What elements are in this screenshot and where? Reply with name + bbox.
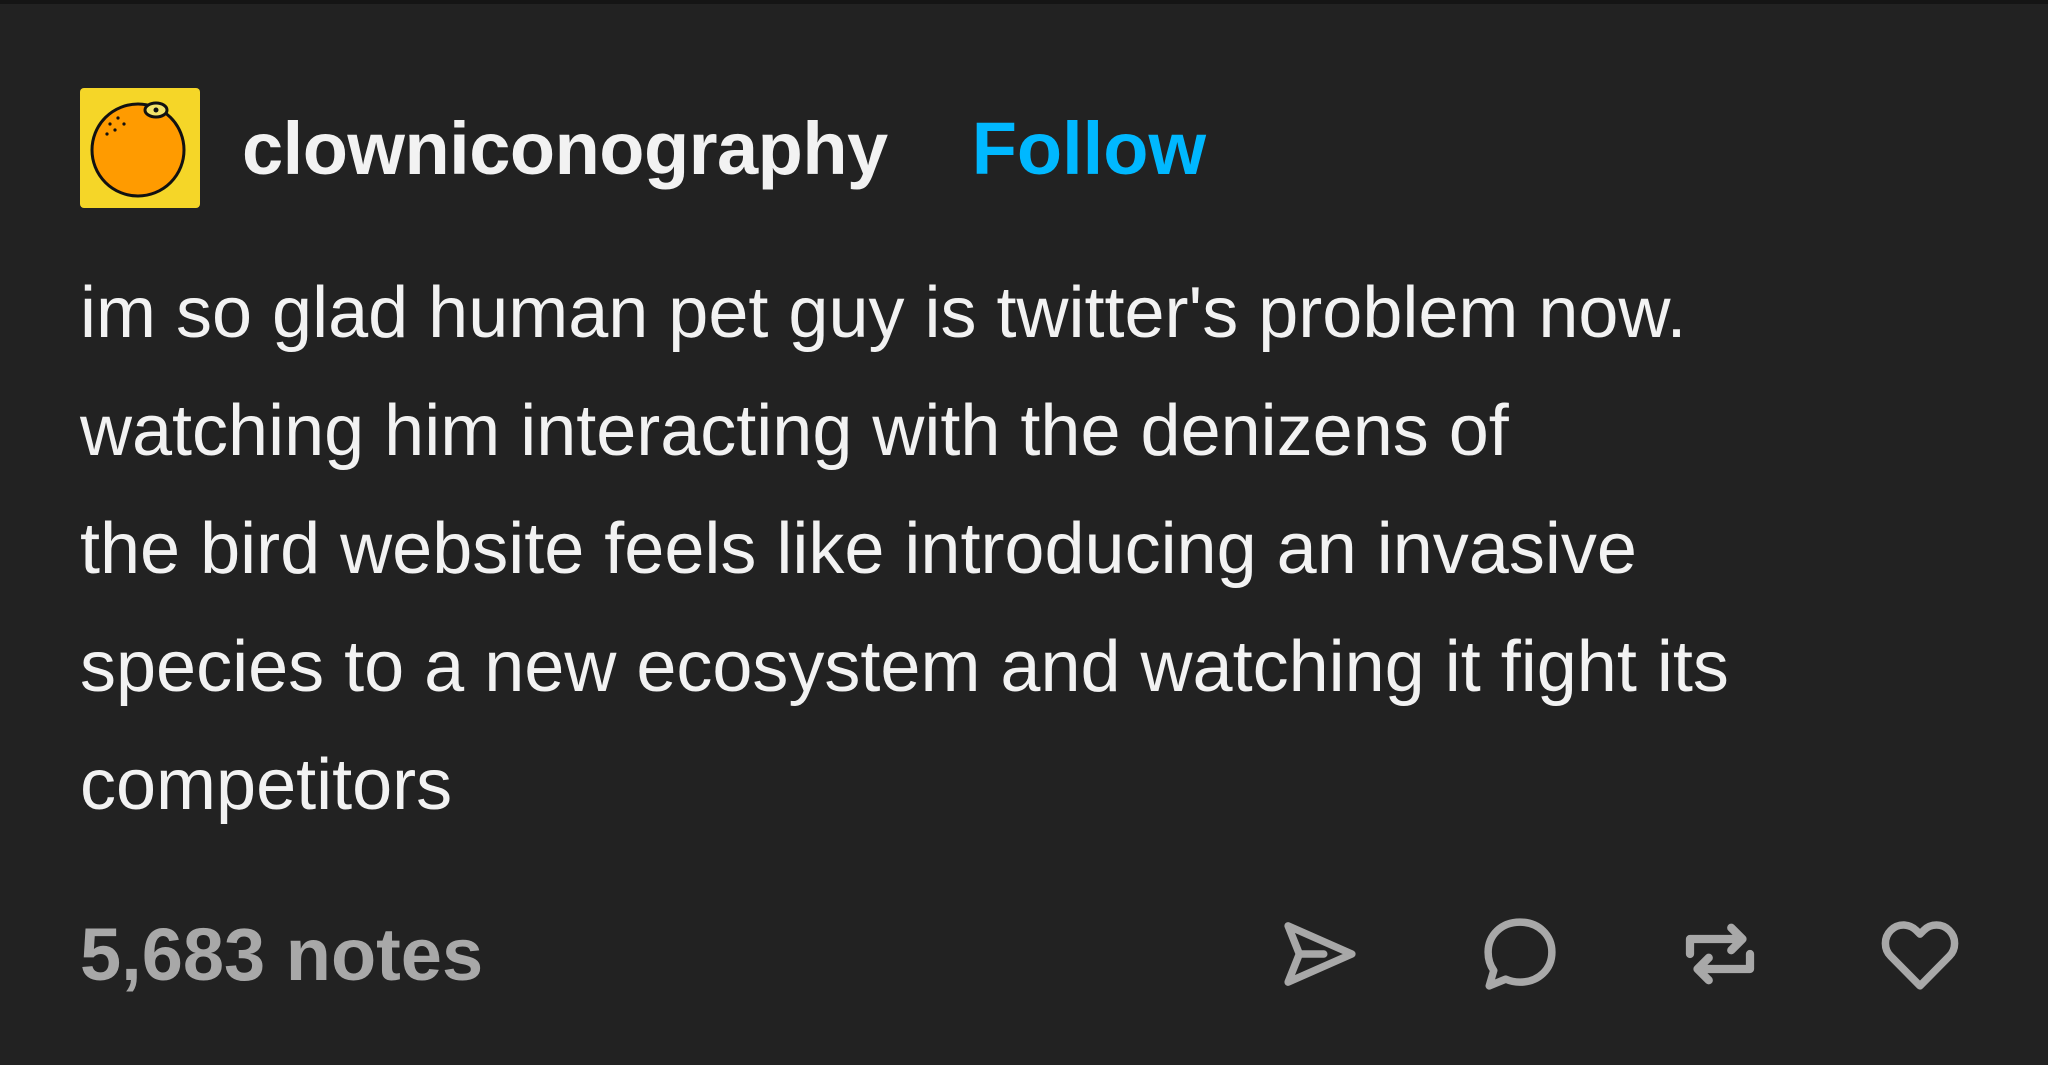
username[interactable]: clowniconography — [242, 106, 888, 191]
notes-count[interactable]: 5,683 notes — [80, 912, 483, 997]
reblog-icon — [1685, 923, 1755, 985]
post-footer: 5,683 notes — [80, 894, 1968, 1014]
post-card: clowniconography Follow im so glad human… — [0, 0, 2048, 1065]
post-header: clowniconography Follow — [80, 88, 1206, 208]
reblog-button[interactable] — [1672, 906, 1768, 1002]
heart-icon — [1881, 921, 1959, 990]
post-text-line: watching him interacting with the denize… — [80, 391, 1509, 471]
avatar[interactable] — [80, 88, 200, 208]
post-actions — [1168, 894, 1968, 1014]
post-body: im so glad human pet guy is twitter's pr… — [80, 254, 1980, 844]
orange-icon — [90, 101, 186, 198]
like-button[interactable] — [1872, 906, 1968, 1002]
post-text-line: im so glad human pet guy is twitter's pr… — [80, 273, 1687, 353]
post-text-line: the bird website feels like introducing … — [80, 509, 1637, 589]
follow-button[interactable]: Follow — [972, 106, 1206, 191]
speech-bubble-icon — [1484, 918, 1556, 990]
send-icon — [1284, 922, 1356, 986]
post-text-line: competitors — [80, 745, 453, 825]
reply-button[interactable] — [1472, 906, 1568, 1002]
post-text-line: species to a new ecosystem and watching … — [80, 627, 1729, 707]
share-button[interactable] — [1272, 906, 1368, 1002]
